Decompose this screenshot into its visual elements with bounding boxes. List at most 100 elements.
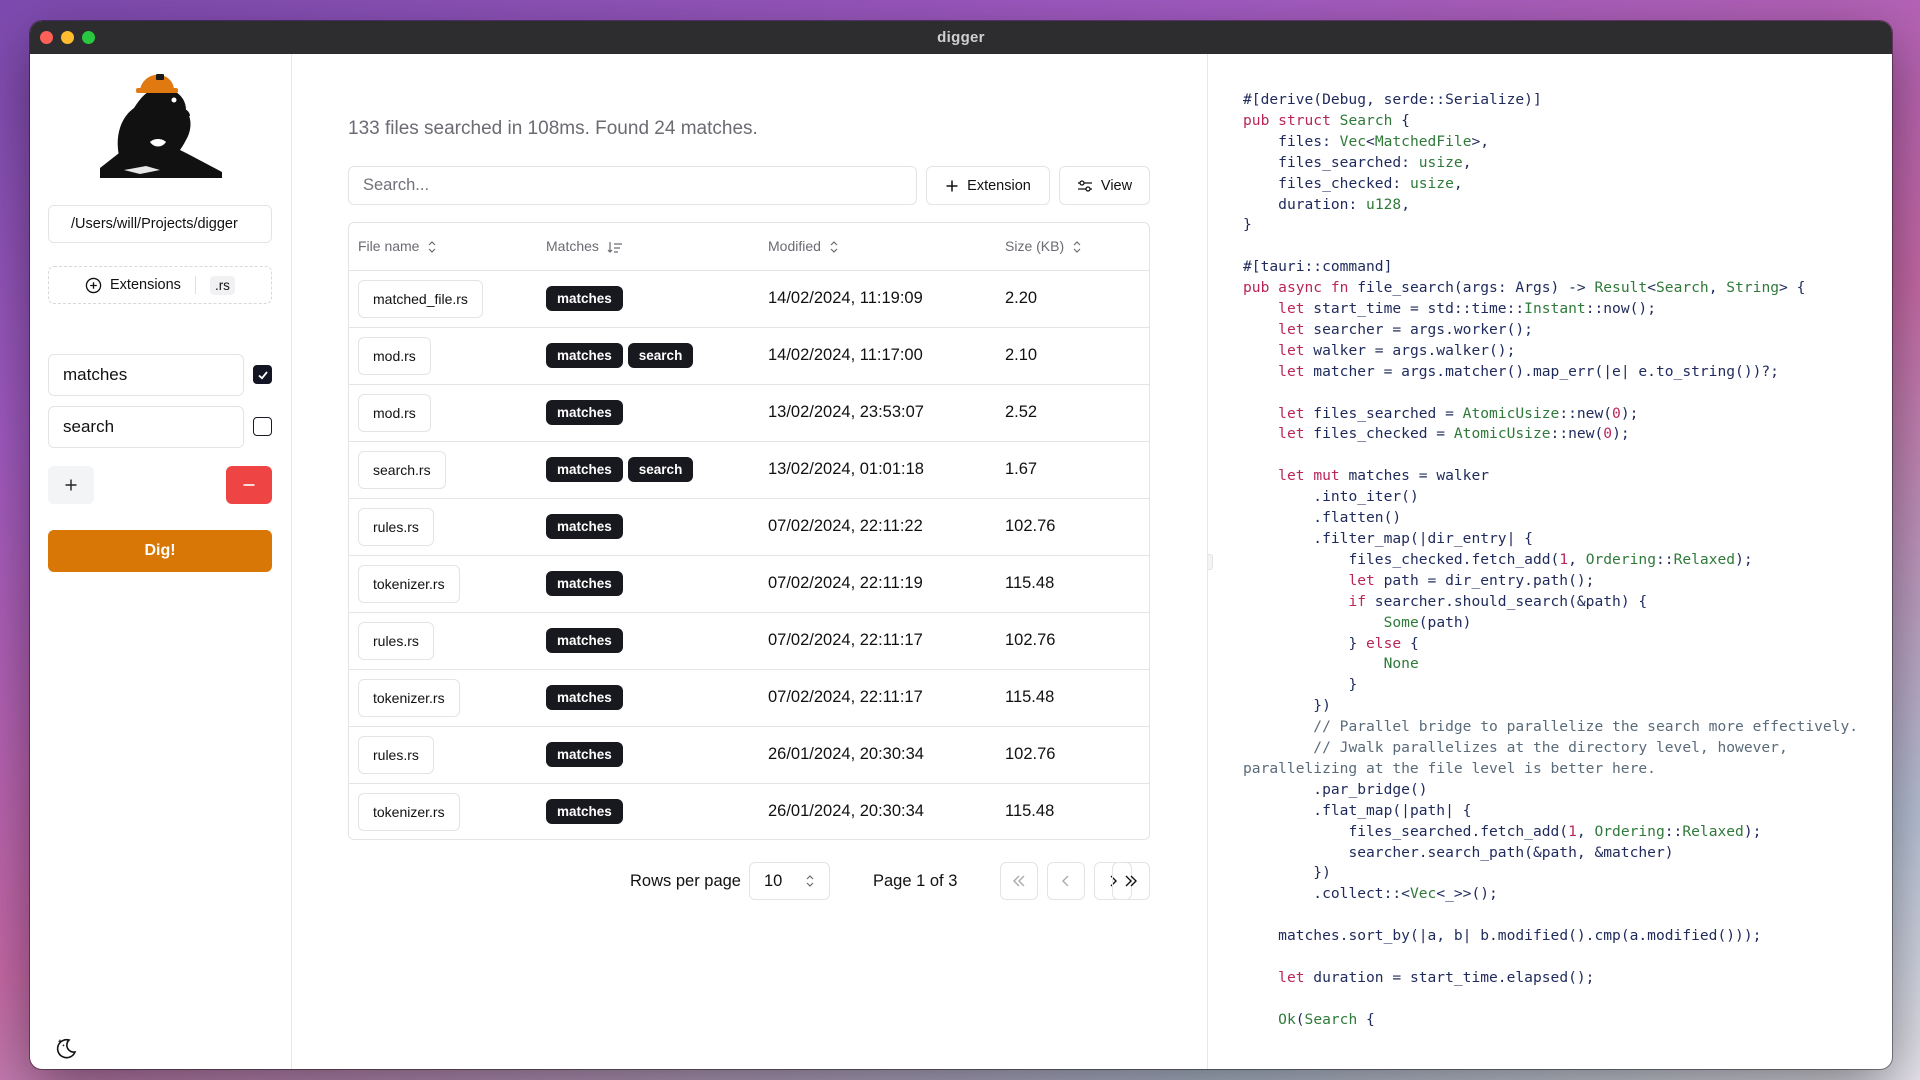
first-page-button[interactable] <box>1000 862 1038 900</box>
term-checkbox[interactable] <box>253 417 272 436</box>
file-name-button[interactable]: tokenizer.rs <box>358 564 460 603</box>
code-line: }) <box>1243 697 1331 715</box>
view-options-button[interactable]: View <box>1059 166 1150 205</box>
sort-icon <box>830 241 838 254</box>
column-header-matches[interactable]: Matches <box>537 223 759 271</box>
code-line: let walker = args.walker(); <box>1278 341 1516 359</box>
directory-path-input[interactable]: /Users/will/Projects/digger <box>48 205 272 243</box>
modified-cell: 14/02/2024, 11:17:00 <box>759 327 996 385</box>
code-line: duration: u128, <box>1243 195 1410 213</box>
table-row[interactable]: mod.rs matches search 14/02/2024, 11:17:00 2… <box>349 327 1149 385</box>
matches-cell: matches <box>537 498 759 556</box>
code-line: let files_searched = AtomicUsize::new(0)… <box>1278 404 1639 422</box>
size-cell: 115.48 <box>996 669 1149 727</box>
plus-icon <box>946 180 958 191</box>
results-search-input[interactable]: Search... <box>348 166 917 205</box>
file-name-button[interactable]: tokenizer.rs <box>358 792 460 831</box>
code-line: files_searched: usize, <box>1243 153 1472 171</box>
minimize-window-button[interactable] <box>61 31 74 44</box>
table-row[interactable]: tokenizer.rs matches 07/02/2024, 22:11:19 1… <box>349 555 1149 613</box>
code-line: matches.sort_by(|a, b| b.modified().cmp(… <box>1243 927 1762 945</box>
table-row[interactable]: search.rs matches search 13/02/2024, 01:01:… <box>349 441 1149 499</box>
search-term-input[interactable]: search <box>48 406 244 448</box>
window-title: digger <box>937 29 985 46</box>
add-term-button[interactable] <box>48 466 94 504</box>
extension-badge: .rs <box>209 275 235 295</box>
last-page-button[interactable] <box>1112 862 1150 900</box>
table-row[interactable]: tokenizer.rs matches 07/02/2024, 22:11:17 1… <box>349 669 1149 727</box>
remove-term-button[interactable] <box>226 466 272 504</box>
column-header-modified[interactable]: Modified <box>759 223 996 271</box>
code-line: .into_iter() <box>1243 488 1419 506</box>
code-line: pub async fn file_search(args: Args) -> … <box>1243 279 1806 297</box>
extensions-filter-button[interactable]: Extensions .rs <box>48 266 272 304</box>
size-cell: 102.76 <box>996 726 1149 784</box>
chevrons-left-icon <box>1013 875 1025 887</box>
table-row[interactable]: tokenizer.rs matches 26/01/2024, 20:30:34 1… <box>349 783 1149 839</box>
search-term-input[interactable]: matches <box>48 354 244 396</box>
column-label: File name <box>358 238 420 255</box>
code-preview-panel: #[derive(Debug, serde::Serialize)] pub st… <box>1208 54 1892 1069</box>
rows-per-page-value: 10 <box>764 871 783 890</box>
close-window-button[interactable] <box>40 31 53 44</box>
resize-handle[interactable] <box>1208 554 1213 570</box>
file-name-button[interactable]: mod.rs <box>358 336 431 375</box>
extension-filter-button[interactable]: Extension <box>926 166 1050 205</box>
column-header-file-name[interactable]: File name <box>349 223 537 271</box>
file-name-button[interactable]: rules.rs <box>358 621 434 660</box>
table-row[interactable]: mod.rs matches 13/02/2024, 23:53:07 2.52 <box>349 384 1149 442</box>
code-line: .filter_map(|dir_entry| { <box>1243 529 1533 547</box>
file-name-button[interactable]: rules.rs <box>358 507 434 546</box>
previous-page-button[interactable] <box>1047 862 1085 900</box>
file-name-button[interactable]: rules.rs <box>358 735 434 774</box>
maximize-window-button[interactable] <box>82 31 95 44</box>
file-name-button[interactable]: mod.rs <box>358 393 431 432</box>
matches-cell: matches search <box>537 327 759 385</box>
check-icon <box>257 370 268 380</box>
sliders-icon <box>1077 179 1092 192</box>
theme-toggle-moon-icon[interactable] <box>54 1036 78 1060</box>
code-line: let duration = start_time.elapsed(); <box>1278 968 1595 986</box>
view-button-label: View <box>1100 177 1133 194</box>
column-label: Modified <box>768 238 821 255</box>
table-row[interactable]: matched_file.rs matches 14/02/2024, 11:19:… <box>349 270 1149 328</box>
column-label: Matches <box>546 238 599 255</box>
code-line: // Parallel bridge to parallelize the se… <box>1243 718 1859 736</box>
file-name-button[interactable]: search.rs <box>358 450 446 489</box>
column-header-size[interactable]: Size (KB) <box>996 223 1149 271</box>
size-cell: 102.76 <box>996 498 1149 556</box>
modified-cell: 13/02/2024, 23:53:07 <box>759 384 996 442</box>
results-table: File name Matches Modified Size (KB) mat… <box>348 222 1150 840</box>
extension-button-label: Extension <box>967 177 1031 194</box>
term-checkbox[interactable] <box>253 365 272 384</box>
file-name-cell: rules.rs <box>349 726 537 784</box>
file-name-button[interactable]: matched_file.rs <box>358 279 483 318</box>
code-preview: #[derive(Debug, serde::Serialize)] pub st… <box>1243 90 1863 1062</box>
file-name-button[interactable]: tokenizer.rs <box>358 678 460 717</box>
page-indicator: Page 1 of 3 <box>873 872 958 890</box>
match-term-badge: matches <box>546 286 623 311</box>
code-line: } <box>1243 216 1252 234</box>
size-cell: 102.76 <box>996 612 1149 670</box>
code-line: } <box>1243 676 1358 694</box>
file-name-cell: rules.rs <box>349 612 537 670</box>
table-row[interactable]: rules.rs matches 07/02/2024, 22:11:17 102.7… <box>349 612 1149 670</box>
size-cell: 2.20 <box>996 270 1149 328</box>
matches-cell: matches <box>537 612 759 670</box>
code-line: .collect::<Vec<_>>(); <box>1243 885 1498 903</box>
table-row[interactable]: rules.rs matches 26/01/2024, 20:30:34 102.7… <box>349 726 1149 784</box>
match-term-badge: matches <box>546 742 623 767</box>
dig-button[interactable]: Dig! <box>48 530 272 572</box>
rows-per-page-select[interactable]: 10 <box>749 862 830 900</box>
plus-icon <box>65 479 77 491</box>
match-term-badge: matches <box>546 571 623 596</box>
size-cell: 115.48 <box>1005 802 1055 821</box>
mole-logo-icon <box>100 74 222 178</box>
divider <box>194 276 196 294</box>
table-row[interactable]: rules.rs matches 07/02/2024, 22:11:22 102.7… <box>349 498 1149 556</box>
